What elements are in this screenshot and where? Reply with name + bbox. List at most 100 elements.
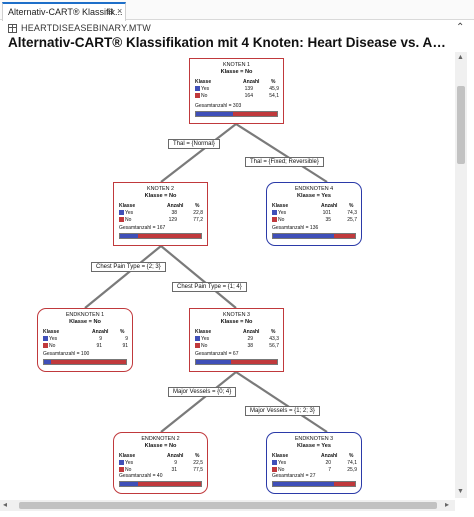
legend-swatch-yes — [195, 336, 200, 341]
total-count: Gesamtanzahl = 100 — [43, 351, 90, 357]
edge-k2-k3 — [160, 245, 237, 309]
split-label-vessels-1-2-3: Major Vessels = {1; 2; 3} — [245, 406, 320, 416]
split-label-chest-pain-2-3: Chest Pain Type = {2; 3} — [91, 262, 166, 272]
bar-yes-segment — [120, 234, 139, 238]
total-count: Gesamtanzahl = 303 — [195, 103, 242, 109]
node-title: ENDKNOTEN 4 — [294, 186, 334, 192]
horizontal-scrollbar[interactable]: ◂ ▸ — [0, 500, 455, 511]
klasse-header: Klasse — [195, 329, 212, 335]
vertical-scrollbar[interactable]: ▲ ▼ — [455, 52, 467, 498]
bar-no-segment — [231, 360, 277, 364]
bar-no-segment — [138, 482, 201, 486]
percent-yes: 74,1 — [347, 460, 357, 466]
percent-no: 77,5 — [193, 467, 203, 473]
klasse-header: Klasse — [43, 329, 60, 335]
node-endknoten-2[interactable]: ENDKNOTEN 2 Klasse = No Klasse Anzahl% Yes 9 2… — [113, 432, 208, 494]
percent-no: 25,9 — [347, 467, 357, 473]
klasse-header: Klasse — [119, 453, 136, 459]
total-count: Gesamtanzahl = 136 — [272, 225, 319, 231]
class-label-no: No — [125, 217, 132, 223]
bar-yes-segment — [120, 482, 139, 486]
anzahl-header: Anzahl — [243, 79, 260, 85]
node-title: ENDKNOTEN 3 — [294, 436, 334, 442]
class-label-no: No — [278, 217, 285, 223]
legend-swatch-yes — [272, 460, 277, 465]
percent-no: 77,2 — [193, 217, 203, 223]
split-label-thal-normal: Thal = {Normal} — [168, 139, 220, 149]
klasse-header: Klasse — [272, 453, 289, 459]
bar-no-segment — [51, 360, 126, 364]
count-no: 164 — [244, 93, 253, 99]
total-count: Gesamtanzahl = 27 — [272, 473, 316, 479]
count-yes: 20 — [325, 460, 331, 466]
count-yes: 29 — [247, 336, 253, 342]
count-yes: 9 — [174, 460, 177, 466]
class-label-yes: Yes — [201, 86, 210, 92]
node-title: ENDKNOTEN 1 — [65, 312, 105, 318]
scroll-up-arrow-icon[interactable]: ▲ — [457, 54, 464, 61]
legend-swatch-yes — [43, 336, 48, 341]
anzahl-header: Anzahl — [243, 329, 260, 335]
pct-header: % — [349, 453, 354, 459]
percent-yes: 9 — [125, 336, 128, 342]
node-knoten-2[interactable]: KNOTEN 2 Klasse = No Klasse Anzahl% Yes 38 22,… — [113, 182, 208, 246]
node-endknoten-1[interactable]: ENDKNOTEN 1 Klasse = No Klasse Anzahl% Yes 9 9… — [37, 308, 133, 372]
node-knoten-3[interactable]: KNOTEN 3 Klasse = No Klasse Anzahl% Yes 29 43,… — [189, 308, 284, 372]
class-row-no: No — [43, 343, 55, 349]
count-yes: 9 — [99, 336, 102, 342]
anzahl-header: Anzahl — [92, 329, 109, 335]
node-knoten-1[interactable]: KNOTEN 1 Klasse = No Klasse Anzahl% Yes 139 45… — [189, 58, 284, 124]
pct-header: % — [349, 203, 354, 209]
legend-swatch-no — [272, 217, 277, 222]
class-row-yes: Yes — [195, 336, 209, 342]
legend-swatch-no — [119, 217, 124, 222]
scroll-down-arrow-icon[interactable]: ▼ — [457, 488, 464, 495]
output-window: Alternativ-CART® Klassifik... ⊟ × HEARTD… — [0, 0, 474, 517]
class-row-yes: Yes — [272, 210, 286, 216]
class-row-no: No — [272, 217, 284, 223]
legend-swatch-yes — [195, 86, 200, 91]
percent-no: 25,7 — [347, 217, 357, 223]
node-endknoten-3[interactable]: ENDKNOTEN 3 Klasse = Yes Klasse Anzahl% Yes 2… — [266, 432, 362, 494]
legend-swatch-no — [195, 343, 200, 348]
pct-header: % — [271, 79, 276, 85]
class-distribution-bar — [272, 233, 356, 239]
percent-yes: 22,8 — [193, 210, 203, 216]
bar-no-segment — [333, 234, 355, 238]
total-count: Gesamtanzahl = 167 — [119, 225, 166, 231]
klasse-header: Klasse — [119, 203, 136, 209]
edge-k2-e1 — [84, 245, 162, 309]
anzahl-header: Anzahl — [321, 203, 338, 209]
percent-yes: 74,3 — [347, 210, 357, 216]
pct-header: % — [195, 203, 200, 209]
legend-swatch-no — [43, 343, 48, 348]
class-label-yes: Yes — [125, 210, 134, 216]
chevron-up-icon[interactable]: ⌃ — [456, 22, 464, 33]
class-row-no: No — [195, 93, 207, 99]
node-endknoten-4[interactable]: ENDKNOTEN 4 Klasse = Yes Klasse Anzahl% Yes 1… — [266, 182, 362, 246]
legend-swatch-yes — [119, 210, 124, 215]
count-no: 38 — [247, 343, 253, 349]
class-label-yes: Yes — [278, 210, 287, 216]
horizontal-scroll-thumb[interactable] — [19, 502, 437, 509]
count-no: 91 — [96, 343, 102, 349]
pct-header: % — [271, 329, 276, 335]
split-label-chest-pain-1-4: Chest Pain Type = {1; 4} — [172, 282, 247, 292]
scroll-left-arrow-icon[interactable]: ◂ — [3, 500, 7, 509]
class-label-yes: Yes — [125, 460, 134, 466]
class-distribution-bar — [195, 111, 278, 117]
legend-swatch-no — [195, 93, 200, 98]
count-yes: 101 — [322, 210, 331, 216]
class-label-no: No — [201, 343, 208, 349]
class-row-yes: Yes — [43, 336, 57, 342]
split-label-vessels-0-4: Major Vessels = {0; 4} — [168, 387, 237, 397]
percent-yes: 45,9 — [269, 86, 279, 92]
node-title: KNOTEN 3 — [223, 312, 250, 318]
node-class: Klasse = No — [144, 443, 177, 449]
node-class: Klasse = No — [144, 193, 177, 199]
vertical-scroll-thumb[interactable] — [457, 86, 465, 164]
percent-yes: 22,5 — [193, 460, 203, 466]
class-distribution-bar — [272, 481, 356, 487]
scroll-right-arrow-icon[interactable]: ▸ — [445, 500, 449, 509]
class-label-yes: Yes — [49, 336, 58, 342]
